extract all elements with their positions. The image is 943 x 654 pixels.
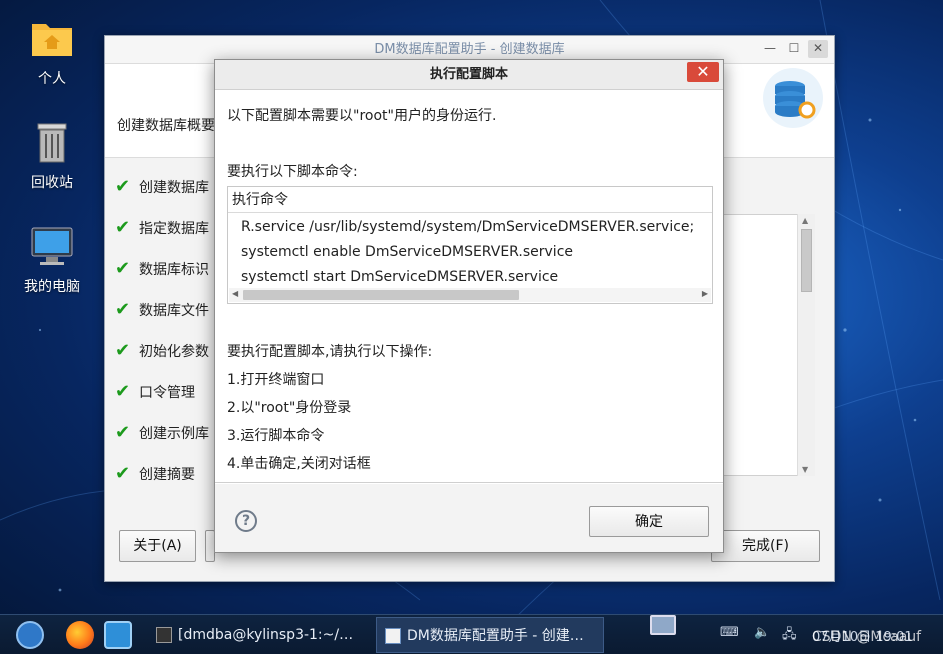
check-icon: ✔ — [115, 422, 131, 443]
watermark: CSDN @Mcaauf — [812, 629, 922, 645]
check-icon: ✔ — [115, 340, 131, 361]
step-label: 创建 — [139, 505, 167, 507]
scroll-down-icon[interactable]: ▼ — [802, 465, 808, 474]
file-manager-icon[interactable] — [104, 621, 132, 649]
minimize-icon[interactable]: — — [760, 40, 780, 58]
desktop-icon-label: 我的电脑 — [24, 279, 80, 295]
desktop-icon-label: 个人 — [38, 71, 66, 87]
instruction-step: 1.打开终端窗口 — [227, 372, 325, 388]
ok-button[interactable]: 确定 — [589, 506, 709, 537]
scrollbar-thumb[interactable] — [243, 290, 519, 300]
command-list[interactable]: R.service /usr/lib/systemd/system/DmServ… — [241, 215, 711, 290]
dialog-titlebar[interactable]: 执行配置脚本 ✕ — [215, 60, 723, 90]
horizontal-scrollbar[interactable]: ◀ ▶ — [229, 288, 711, 302]
step-item: ✔ 数据库文件 — [115, 289, 225, 330]
step-item: ✔ 创建数据库 — [115, 166, 225, 207]
step-item: ✔ 创建摘要 — [115, 453, 225, 494]
help-icon[interactable]: ? — [235, 510, 257, 532]
check-icon: ✔ — [115, 463, 131, 484]
instructions-title: 要执行配置脚本,请执行以下操作: — [227, 344, 433, 360]
taskbar-item-dm-assistant[interactable]: DM数据库配置助手 - 创建… — [376, 617, 604, 653]
computer-icon — [28, 224, 76, 272]
wizard-steps-list: ✔ 创建数据库 ✔ 指定数据库 ✔ 数据库标识 ✔ 数据库文件 ✔ 初始化参数 ✔ 口令管理… — [115, 166, 225, 506]
dm-app-icon — [385, 628, 401, 644]
desktop-icon-label: 回收站 — [31, 175, 73, 191]
step-item: ✔ 初始化参数 — [115, 330, 225, 371]
page-title: 创建数据库概要 — [117, 118, 215, 134]
step-item: ➜ 创建 — [115, 494, 225, 506]
about-button[interactable]: 关于(A) — [119, 530, 196, 562]
step-label: 创建示例库 — [139, 425, 209, 442]
command-line[interactable]: R.service /usr/lib/systemd/system/DmServ… — [241, 215, 711, 240]
command-column-header: 执行命令 — [228, 187, 712, 213]
step-item: ✔ 创建示例库 — [115, 412, 225, 453]
scroll-up-icon[interactable]: ▲ — [802, 216, 808, 225]
dialog-intro-text: 以下配置脚本需要以"root"用户的身份运行. — [227, 108, 497, 124]
instruction-step: 4.单击确定,关闭对话框 — [227, 456, 371, 472]
finish-button[interactable]: 完成(F) — [711, 530, 820, 562]
close-icon[interactable]: ✕ — [808, 40, 828, 58]
keyboard-icon[interactable]: ⌨ — [720, 625, 739, 640]
volume-icon[interactable]: 🔈 — [754, 625, 770, 640]
command-line[interactable]: systemctl start DmServiceDMSERVER.servic… — [241, 265, 711, 290]
home-folder-icon — [28, 16, 76, 64]
terminal-icon — [156, 627, 172, 643]
database-settings-icon — [760, 66, 826, 130]
run-config-script-dialog: 执行配置脚本 ✕ 以下配置脚本需要以"root"用户的身份运行. 要执行以下脚本… — [214, 59, 724, 553]
command-prompt-label: 要执行以下脚本命令: — [227, 164, 358, 180]
check-icon: ✔ — [115, 299, 131, 320]
check-icon: ✔ — [115, 217, 131, 238]
check-icon: ✔ — [115, 381, 131, 402]
firefox-icon[interactable] — [66, 621, 94, 649]
step-label: 口令管理 — [139, 384, 195, 401]
arrow-icon: ➜ — [115, 504, 133, 506]
desktop-icon-trash[interactable]: 回收站 — [12, 120, 92, 192]
start-menu-icon[interactable] — [16, 621, 44, 649]
taskbar-item-label: DM数据库配置助手 - 创建… — [407, 628, 584, 644]
instruction-step: 3.运行脚本命令 — [227, 428, 325, 444]
step-label: 数据库文件 — [139, 302, 209, 319]
scrollbar-thumb[interactable] — [801, 229, 812, 292]
step-item: ✔ 数据库标识 — [115, 248, 225, 289]
maximize-icon[interactable]: ☐ — [784, 40, 804, 58]
step-label: 创建摘要 — [139, 466, 195, 483]
command-table[interactable]: 执行命令 R.service /usr/lib/systemd/system/D… — [227, 186, 713, 304]
step-label: 数据库标识 — [139, 261, 209, 278]
step-label: 初始化参数 — [139, 343, 209, 360]
network-icon[interactable]: 🖧 — [782, 625, 797, 647]
step-label: 指定数据库 — [139, 220, 209, 237]
step-label: 创建数据库 — [139, 179, 209, 196]
trash-icon — [28, 120, 76, 168]
dialog-footer: ? 确定 — [215, 484, 723, 552]
close-icon[interactable]: ✕ — [687, 62, 719, 82]
taskbar-item-label: [dmdba@kylinsp3-1:~/… — [178, 627, 354, 643]
instruction-step: 2.以"root"身份登录 — [227, 400, 352, 416]
dialog-body: 以下配置脚本需要以"root"用户的身份运行. 要执行以下脚本命令: 执行命令 … — [215, 91, 723, 483]
scroll-left-icon[interactable]: ◀ — [232, 289, 238, 298]
window-title: DM数据库配置助手 - 创建数据库 — [374, 42, 565, 57]
step-item: ✔ 指定数据库 — [115, 207, 225, 248]
command-line[interactable]: systemctl enable DmServiceDMSERVER.servi… — [241, 240, 711, 265]
dialog-title: 执行配置脚本 — [429, 67, 508, 82]
scroll-right-icon[interactable]: ▶ — [702, 289, 708, 298]
desktop-icon-home[interactable]: 个人 — [12, 16, 92, 88]
show-desktop-icon[interactable] — [650, 615, 676, 635]
desktop-icon-computer[interactable]: 我的电脑 — [12, 224, 92, 296]
summary-scrollbar[interactable]: ▲ ▼ — [797, 214, 815, 476]
check-icon: ✔ — [115, 258, 131, 279]
step-item: ✔ 口令管理 — [115, 371, 225, 412]
taskbar-item-terminal[interactable]: [dmdba@kylinsp3-1:~/… — [148, 617, 372, 653]
taskbar: [dmdba@kylinsp3-1:~/… DM数据库配置助手 - 创建… ⌨ … — [0, 614, 943, 654]
check-icon: ✔ — [115, 176, 131, 197]
